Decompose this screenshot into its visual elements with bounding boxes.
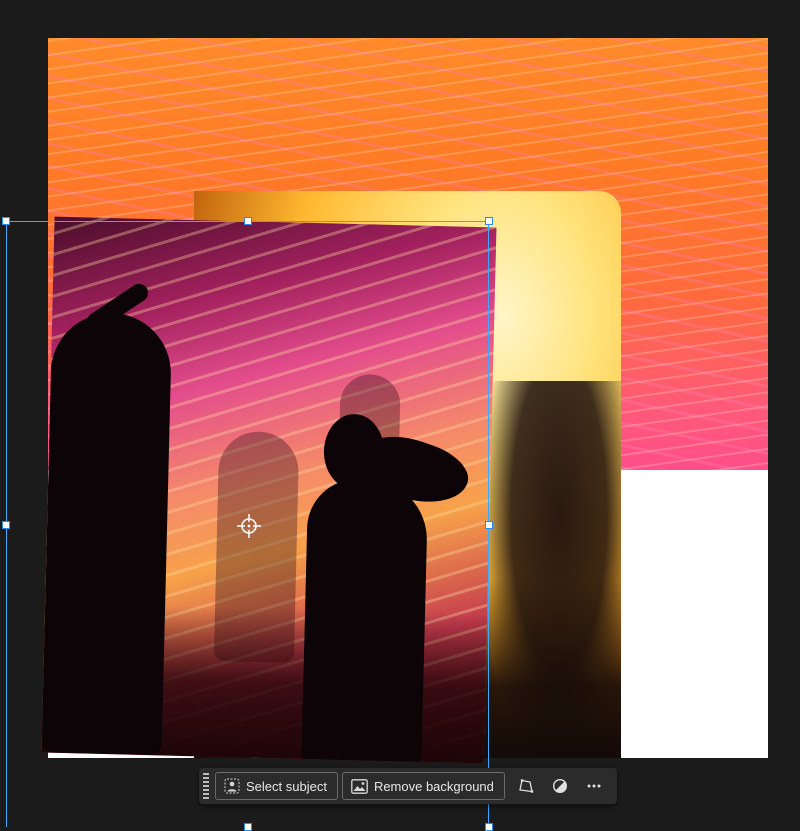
- transform-button[interactable]: [509, 772, 543, 800]
- more-icon: [587, 784, 601, 788]
- image-icon: [351, 778, 368, 794]
- resize-handle-bottom-right[interactable]: [485, 823, 493, 831]
- contextual-task-bar: Select subject Remove background: [199, 768, 617, 804]
- select-subject-button[interactable]: Select subject: [215, 772, 338, 800]
- adjust-icon: [552, 778, 567, 794]
- resize-handle-bottom[interactable]: [244, 823, 252, 831]
- remove-background-button[interactable]: Remove background: [341, 772, 505, 800]
- resize-handle-top[interactable]: [244, 217, 252, 225]
- subject-icon: [224, 778, 240, 794]
- select-subject-label: Select subject: [246, 778, 327, 794]
- perspective-icon: [519, 779, 534, 793]
- adjustment-button[interactable]: [543, 772, 577, 800]
- resize-handle-left[interactable]: [2, 521, 10, 529]
- more-options-button[interactable]: [577, 772, 611, 800]
- resize-handle-top-left[interactable]: [2, 217, 10, 225]
- resize-handle-right[interactable]: [485, 521, 493, 529]
- reference-point-icon[interactable]: [237, 514, 261, 538]
- drag-grip-handle[interactable]: [203, 773, 209, 799]
- remove-background-label: Remove background: [373, 778, 494, 794]
- resize-handle-top-right[interactable]: [485, 217, 493, 225]
